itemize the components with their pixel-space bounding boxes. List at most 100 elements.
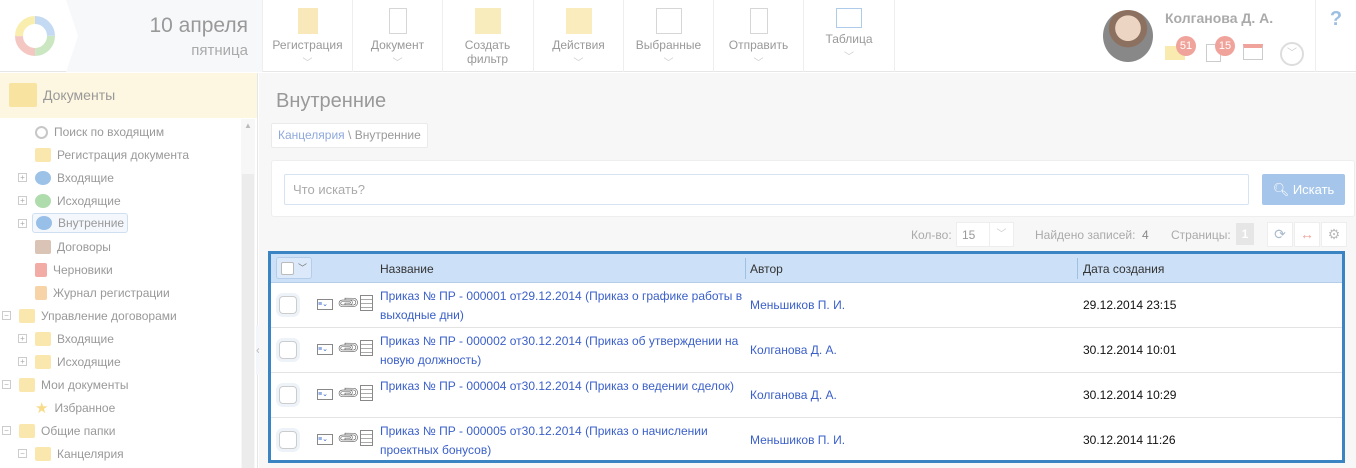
page-button[interactable]: 1 [1236, 223, 1254, 245]
outgoing-icon [35, 194, 51, 208]
tree-item-contracts[interactable]: Договоры [35, 237, 111, 257]
chevron-down-icon: ﹀ [844, 52, 854, 63]
search-panel: 🔍︎ Искать [271, 160, 1355, 217]
row-checkbox[interactable] [279, 341, 297, 359]
chevron-down-circle-icon[interactable]: ﹀ [1280, 42, 1304, 66]
tree-item-contract-management[interactable]: Управление договорами [19, 306, 177, 326]
tree-item-search-incoming[interactable]: Поиск по входящим [35, 122, 164, 142]
chevron-down-icon: ﹀ [663, 58, 674, 69]
app-logo[interactable] [0, 0, 70, 72]
expand-icon[interactable]: + [18, 173, 27, 182]
search-input[interactable] [284, 174, 1249, 205]
tree-item-my-documents[interactable]: Мои документы [19, 375, 128, 395]
tree-item-shared-folders[interactable]: Общие папки [19, 421, 115, 441]
selected-button[interactable]: Выбранные ﹀ [623, 0, 713, 72]
row-menu-icon[interactable]: ≡⌄ [317, 344, 333, 355]
attachment-icon[interactable]: 📎︎ [335, 380, 361, 406]
scroll-up-icon[interactable]: ▲ [244, 121, 252, 130]
row-menu-icon[interactable]: ≡⌄ [317, 299, 333, 310]
attachment-icon[interactable]: 📎︎ [335, 290, 361, 316]
sidebar-header[interactable]: Документы [0, 73, 257, 118]
sidebar: Документы Поиск по входящим Регистрация … [0, 73, 258, 468]
tree-item-chancellery[interactable]: Канцелярия [35, 444, 124, 464]
table-row[interactable]: ≡⌄ 📎︎ Приказ № ПР - 000002 от30.12.2014 … [271, 328, 1342, 373]
table-button[interactable]: Таблица ﹀ [803, 0, 895, 72]
mail-count-badge: 51 [1176, 36, 1196, 56]
send-icon [749, 8, 768, 34]
column-header-date[interactable]: Дата создания [1083, 262, 1164, 276]
tree-item-registration-log[interactable]: Журнал регистрации [35, 283, 170, 303]
tree-item-drafts[interactable]: Черновики [35, 260, 113, 280]
attachment-icon[interactable]: 📎︎ [335, 335, 361, 361]
row-checkbox[interactable] [279, 431, 297, 449]
author-link[interactable]: Колганова Д. А. [750, 343, 837, 357]
tree-item-internal[interactable]: Внутренние [32, 213, 129, 233]
table-row[interactable]: ≡⌄ 📎︎ Приказ № ПР - 000001 от29.12.2014 … [271, 283, 1342, 328]
search-icon [35, 125, 48, 139]
date-panel: 10 апреля пятница [66, 0, 262, 72]
document-title-link[interactable]: Приказ № ПР - 000005 от30.12.2014 (Прика… [380, 422, 745, 460]
calendar-icon[interactable] [1243, 44, 1263, 60]
actions-button[interactable]: Действия ﹀ [533, 0, 623, 72]
gear-icon[interactable]: ⚙ [1321, 222, 1347, 247]
folder-icon [19, 309, 35, 323]
search-button[interactable]: 🔍︎ Искать [1262, 174, 1345, 205]
create-filter-icon [474, 8, 501, 34]
expand-icon[interactable]: + [18, 219, 27, 228]
scrollbar-thumb[interactable] [242, 174, 254, 468]
author-link[interactable]: Меньшиков П. И. [750, 433, 845, 447]
send-button[interactable]: Отправить ﹀ [713, 0, 803, 72]
sidebar-scrollbar[interactable]: ▲ [241, 119, 255, 468]
help-button[interactable]: ? [1315, 0, 1356, 72]
user-name[interactable]: Колганова Д. А. [1165, 10, 1273, 26]
folder-icon [9, 83, 37, 107]
table-row[interactable]: ≡⌄ 📎︎ Приказ № ПР - 000004 от30.12.2014 … [271, 373, 1342, 418]
expand-icon[interactable]: + [18, 196, 27, 205]
collapse-icon[interactable]: − [2, 380, 11, 389]
document-icon[interactable] [360, 340, 373, 356]
row-menu-icon[interactable]: ≡⌄ [317, 389, 333, 400]
author-link[interactable]: Меньшиков П. И. [750, 298, 845, 312]
tree-item-register-document[interactable]: Регистрация документа [35, 145, 189, 165]
document-button[interactable]: Документ ﹀ [352, 0, 442, 72]
column-header-title[interactable]: Название [380, 262, 434, 276]
pages-label: Страницы: [1171, 228, 1231, 242]
select-all-checkbox[interactable]: ﹀ [276, 257, 312, 279]
incoming-icon [35, 171, 51, 185]
expand-icon[interactable]: + [18, 334, 27, 343]
tree-item-outgoing[interactable]: Исходящие [35, 191, 121, 211]
table-row[interactable]: ≡⌄ 📎︎ Приказ № ПР - 000005 от30.12.2014 … [271, 418, 1342, 463]
column-header-author[interactable]: Автор [750, 262, 783, 276]
document-title-link[interactable]: Приказ № ПР - 000002 от30.12.2014 (Прика… [380, 332, 745, 370]
qty-select[interactable]: 15 ﹀ [956, 222, 1014, 247]
attachment-icon[interactable]: 📎︎ [335, 425, 361, 451]
document-icon[interactable] [360, 295, 373, 311]
collapse-icon[interactable]: − [2, 426, 11, 435]
row-checkbox[interactable] [279, 296, 297, 314]
column-width-icon[interactable]: ↔ [1294, 222, 1320, 247]
found-count: 4 [1142, 228, 1149, 242]
author-link[interactable]: Колганова Д. А. [750, 388, 837, 402]
tree-item-cm-incoming[interactable]: Входящие [35, 329, 114, 349]
expand-icon[interactable]: + [18, 357, 27, 366]
document-title-link[interactable]: Приказ № ПР - 000001 от29.12.2014 (Прика… [380, 287, 745, 325]
registration-button[interactable]: Регистрация ﹀ [262, 0, 352, 72]
tree-item-favorites[interactable]: ★ Избранное [35, 398, 115, 418]
document-icon[interactable] [360, 430, 373, 446]
refresh-icon[interactable]: ⟳ [1267, 222, 1293, 247]
create-filter-button[interactable]: Создать фильтр [442, 0, 532, 72]
row-menu-icon[interactable]: ≡⌄ [317, 434, 333, 445]
tree-item-incoming[interactable]: Входящие [35, 168, 114, 188]
breadcrumb-link-chancellery[interactable]: Канцелярия [278, 128, 345, 142]
tree-item-cm-outgoing[interactable]: Исходящие [35, 352, 121, 372]
document-icon[interactable] [360, 385, 373, 401]
collapse-icon[interactable]: − [2, 311, 11, 320]
folder-play-icon [35, 148, 51, 162]
avatar[interactable] [1103, 10, 1153, 62]
document-title-link[interactable]: Приказ № ПР - 000004 от30.12.2014 (Прика… [380, 377, 745, 396]
row-checkbox[interactable] [279, 386, 297, 404]
tasks-count-badge: 15 [1215, 36, 1235, 56]
chevron-down-icon: ﹀ [298, 263, 308, 273]
top-bar: 10 апреля пятница Регистрация ﹀ Документ ﹀… [0, 0, 1356, 72]
collapse-icon[interactable]: − [18, 449, 27, 458]
